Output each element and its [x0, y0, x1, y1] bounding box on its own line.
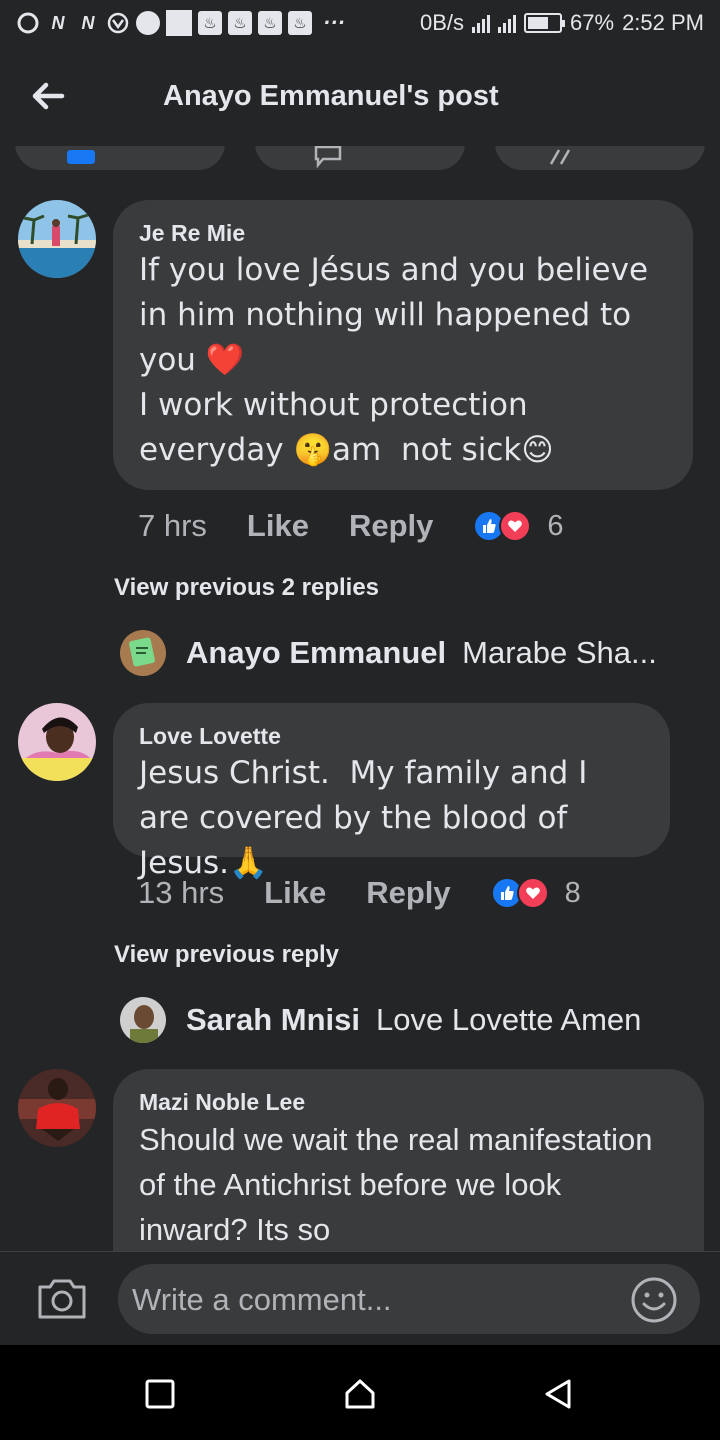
reaction-count: 6 — [547, 509, 564, 542]
post-action-pills — [0, 146, 720, 172]
signal-icon — [498, 13, 517, 33]
avatar[interactable] — [18, 200, 96, 278]
android-nav-bar — [0, 1345, 720, 1440]
reply-avatar-photo — [120, 630, 166, 676]
clock: 2:52 PM — [622, 10, 704, 35]
notification-icons: N N ♨ ♨ ♨ ♨ ··· — [16, 10, 346, 36]
comment-meta: 7 hrs Like Reply 6 — [138, 508, 564, 544]
circle-icon — [136, 11, 160, 35]
reply-author: Sarah Mnisi — [186, 1002, 360, 1037]
reply-avatar[interactable] — [120, 997, 166, 1043]
home-button[interactable] — [343, 1377, 377, 1411]
reply-button[interactable]: Reply — [349, 508, 433, 544]
like-count-pill[interactable] — [15, 146, 225, 170]
reply-text: Love Lovette Amen — [376, 1002, 642, 1037]
share-icon — [549, 149, 571, 165]
comment-author[interactable]: Mazi Noble Lee — [139, 1087, 678, 1117]
comment-text: Jesus Christ. My family and I are covere… — [139, 755, 598, 881]
comment-time[interactable]: 13 hrs — [138, 875, 224, 911]
app-n-icon: N — [81, 12, 95, 33]
love-reaction-icon — [516, 877, 549, 909]
comment-input[interactable]: Write a comment... — [118, 1264, 700, 1334]
camera-icon — [38, 1279, 86, 1319]
reply-author: Anayo Emmanuel — [186, 635, 447, 670]
avatar-photo — [18, 1069, 96, 1147]
reply-avatar-photo — [120, 997, 166, 1043]
fire-app-icon: ♨ — [198, 11, 222, 35]
vpn-icon — [106, 11, 130, 35]
reply-button[interactable]: Reply — [366, 875, 450, 911]
comment-input-placeholder: Write a comment... — [132, 1282, 392, 1317]
reaction-summary[interactable] — [490, 877, 549, 909]
reaction-summary[interactable] — [473, 510, 532, 542]
avatar-photo — [18, 703, 96, 781]
reply-preview[interactable]: Sarah Mnisi Love Lovette Amen — [120, 997, 641, 1043]
view-previous-replies[interactable]: View previous 2 replies — [114, 574, 379, 602]
comment-bubble[interactable]: Love Lovette Jesus Christ. My family and… — [113, 703, 670, 881]
home-icon — [345, 1379, 375, 1409]
comment-bubble[interactable]: Je Re Mie If you love Jésus and you beli… — [113, 200, 693, 490]
more-notifications-icon: ··· — [323, 10, 345, 35]
battery-level — [528, 17, 549, 29]
post-header: Anayo Emmanuel's post — [0, 50, 720, 146]
love-reaction-icon — [499, 510, 532, 542]
comment-author[interactable]: Love Lovette — [139, 721, 644, 751]
signal-icon — [472, 13, 491, 33]
back-nav-button[interactable] — [541, 1377, 575, 1411]
fire-app-icon: ♨ — [228, 11, 252, 35]
back-button[interactable] — [28, 76, 68, 116]
page-title: Anayo Emmanuel's post — [163, 80, 499, 112]
ring-icon — [16, 11, 40, 35]
fire-app-icon: ♨ — [288, 11, 312, 35]
battery-percent: 67% — [570, 10, 615, 35]
emoji-button[interactable] — [630, 1276, 678, 1324]
comment-author[interactable]: Je Re Mie — [139, 218, 667, 248]
reply-preview[interactable]: Anayo Emmanuel Marabe Sha... — [120, 630, 657, 676]
share-count-pill[interactable] — [495, 146, 705, 170]
network-speed: 0B/s — [419, 10, 465, 35]
like-button[interactable]: Like — [264, 875, 326, 911]
fire-app-icon: ♨ — [258, 11, 282, 35]
triangle-back-icon — [545, 1379, 571, 1409]
smiley-icon — [631, 1277, 677, 1323]
square-app-icon — [166, 10, 192, 36]
like-icon — [67, 150, 95, 164]
comment-text: If you love Jésus and you believe in him… — [139, 252, 649, 468]
avatar[interactable] — [18, 1069, 96, 1147]
square-icon — [145, 1379, 175, 1409]
comment-meta: 13 hrs Like Reply 8 — [138, 875, 581, 911]
comment-composer: Write a comment... — [0, 1251, 720, 1345]
reaction-count: 8 — [564, 876, 581, 909]
reply-avatar[interactable] — [120, 630, 166, 676]
view-previous-replies[interactable]: View previous reply — [114, 941, 339, 969]
camera-button[interactable] — [36, 1277, 88, 1321]
comment-text: Should we wait the real manifestation of… — [139, 1122, 662, 1247]
status-bar: N N ♨ ♨ ♨ ♨ ··· 0B/s 67% 2:52 PM — [0, 0, 720, 50]
comment-time[interactable]: 7 hrs — [138, 508, 207, 544]
avatar[interactable] — [18, 703, 96, 781]
recent-apps-button[interactable] — [143, 1377, 177, 1411]
comment-count-pill[interactable] — [255, 146, 465, 170]
avatar-photo — [18, 200, 96, 278]
app-n-icon: N — [51, 12, 65, 33]
arrow-left-icon — [32, 82, 65, 110]
reply-text: Marabe Sha... — [462, 635, 657, 670]
battery-icon — [524, 13, 566, 33]
comment-icon — [314, 146, 342, 168]
like-button[interactable]: Like — [247, 508, 309, 544]
